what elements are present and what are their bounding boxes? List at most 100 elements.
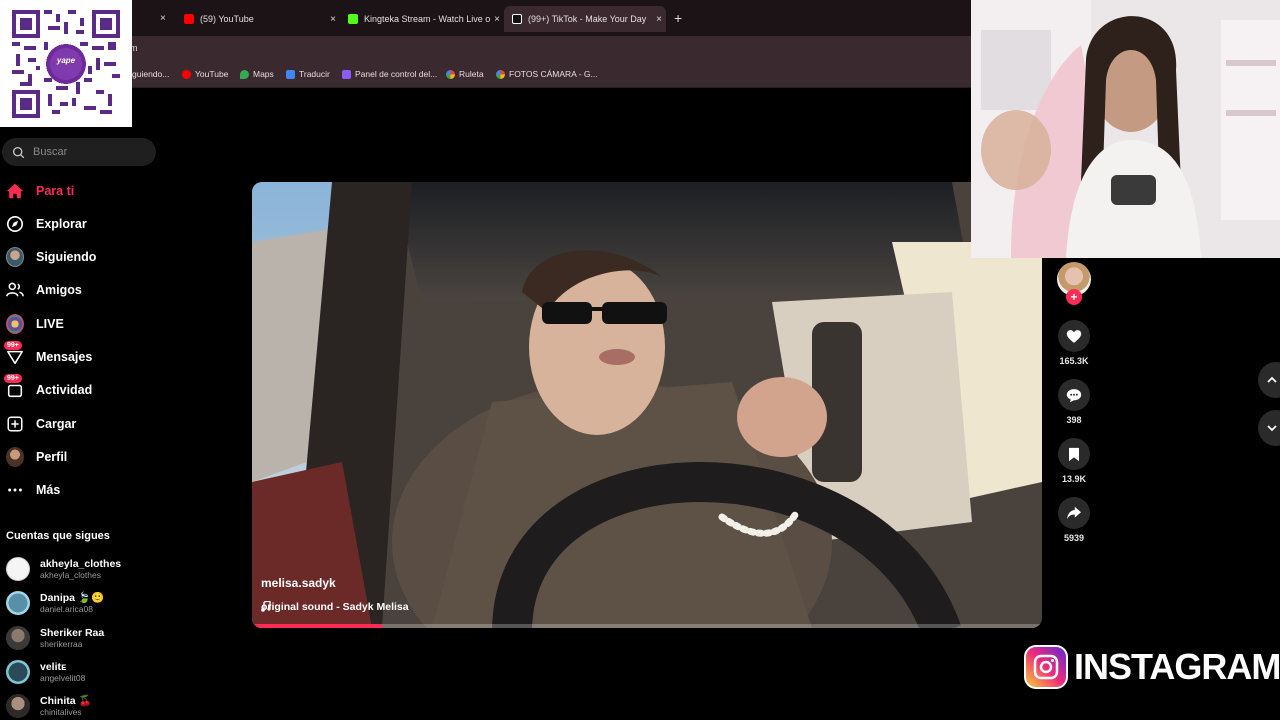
tab-label: (99+) TikTok - Make Your Day: [528, 14, 647, 24]
account-avatar: [6, 591, 30, 615]
account-avatar: [6, 694, 30, 718]
nav-perfil[interactable]: Perfil: [6, 445, 67, 469]
account-name: Chinita 🍒: [40, 694, 92, 707]
account-username: sherikerraa: [40, 638, 83, 649]
nav-label: Mensajes: [36, 350, 93, 364]
search-icon: [12, 146, 25, 158]
bookmark-maps[interactable]: Maps: [240, 69, 274, 79]
comment-count: 398: [1066, 415, 1082, 425]
close-tab-icon[interactable]: ×: [656, 14, 662, 25]
tiktok-icon: [512, 14, 522, 24]
account-username: angelvelit08: [40, 672, 86, 683]
share-count: 5939: [1063, 533, 1085, 543]
bookmark-label: guiendo...: [132, 69, 170, 79]
heart-icon: [1066, 329, 1082, 343]
tab-kingteka[interactable]: Kingteka Stream - Watch Live o ×: [340, 6, 504, 32]
bookmark-photos[interactable]: FOTOS CÁMARA - G...: [496, 69, 598, 79]
nav-mas[interactable]: Más: [6, 478, 60, 502]
bookmark-panel[interactable]: Panel de control del...: [342, 69, 437, 79]
share-action[interactable]: 5939: [1054, 497, 1094, 543]
following-avatar-icon: [6, 247, 24, 267]
webcam-feed: [971, 0, 1280, 258]
search-input[interactable]: [33, 146, 143, 158]
share-icon: [1067, 506, 1081, 520]
search-box[interactable]: [2, 138, 156, 166]
video-sound[interactable]: original sound - Sadyk Melisa: [261, 601, 409, 613]
sound-label: original sound - Sadyk Melisa: [261, 601, 409, 613]
tab-label: Kingteka Stream - Watch Live o: [364, 14, 491, 24]
followed-account[interactable]: Chinita 🍒 chinitalives: [6, 694, 92, 718]
nav-label: Explorar: [36, 217, 87, 231]
maps-icon: [240, 69, 249, 79]
account-username: akheyla_clothes: [40, 569, 101, 580]
nav-label: Para ti: [36, 184, 75, 198]
bookmark-translate[interactable]: Traducir: [286, 69, 330, 79]
nav-label: Más: [36, 483, 61, 497]
nav-explorar[interactable]: Explorar: [6, 212, 87, 236]
close-tab-icon[interactable]: ×: [160, 13, 166, 24]
save-count: 13.9K: [1061, 474, 1087, 484]
bookmark-label: Traducir: [299, 69, 330, 79]
close-tab-icon[interactable]: ×: [494, 14, 500, 25]
account-name: Sheriker Raa: [40, 626, 105, 639]
account-name: Danipa 🍃🙂: [40, 591, 105, 604]
like-action[interactable]: 165.3K: [1054, 320, 1094, 366]
tab-label: (59) YouTube: [200, 14, 254, 24]
video-progress-bar[interactable]: [252, 624, 1042, 628]
instagram-icon: [1024, 645, 1068, 689]
translate-icon: [286, 69, 295, 79]
yape-logo: yape: [56, 56, 76, 65]
bookmark-ruleta[interactable]: Ruleta: [446, 69, 484, 79]
bookmark-youtube[interactable]: YouTube: [182, 69, 228, 79]
close-tab-icon[interactable]: ×: [330, 14, 336, 25]
nav-cargar[interactable]: Cargar: [6, 412, 76, 436]
save-button[interactable]: [1058, 438, 1090, 470]
tab-youtube[interactable]: (59) YouTube ×: [176, 6, 340, 32]
roulette-icon: [446, 69, 455, 79]
like-button[interactable]: [1058, 320, 1090, 352]
follow-plus-icon[interactable]: +: [1066, 289, 1082, 305]
nav-live[interactable]: LIVE: [6, 312, 64, 336]
followed-account[interactable]: Sheriker Raa sherikerraa: [6, 626, 104, 650]
bookmark-following[interactable]: guiendo...: [132, 69, 169, 79]
bookmark-label: Maps: [253, 69, 274, 79]
previous-video-button[interactable]: [1258, 362, 1280, 398]
bookmark-icon: [1069, 447, 1079, 461]
followed-account[interactable]: Danipa 🍃🙂 daniel.arica08: [6, 591, 104, 615]
new-tab-button[interactable]: +: [674, 10, 682, 26]
nav-siguiendo[interactable]: Siguiendo: [6, 245, 96, 269]
nav-mensajes[interactable]: 99+ Mensajes: [4, 341, 93, 369]
nav-label: Perfil: [36, 450, 68, 464]
next-video-button[interactable]: [1258, 410, 1280, 446]
bookmark-label: Ruleta: [459, 69, 484, 79]
followed-account[interactable]: akheyla_clothes akheyla_clothes: [6, 557, 121, 581]
bookmark-label: FOTOS CÁMARA - G...: [509, 69, 598, 79]
save-action[interactable]: 13.9K: [1054, 438, 1094, 484]
video-progress-fill: [252, 624, 383, 628]
live-icon: [6, 314, 24, 334]
nav-amigos[interactable]: Amigos: [6, 278, 82, 302]
account-avatar: [6, 660, 30, 684]
activity-badge: 99+: [4, 374, 22, 383]
video-frame: [252, 182, 1042, 628]
video-player[interactable]: melisa.sadyk original sound - Sadyk Meli…: [252, 182, 1042, 628]
following-accounts-title: Cuentas que sigues: [6, 530, 110, 542]
profile-avatar-icon: [6, 447, 24, 467]
account-username: chinitalives: [40, 706, 82, 717]
comment-button[interactable]: [1058, 379, 1090, 411]
bookmark-label: Panel de control del...: [355, 69, 438, 79]
bookmark-label: YouTube: [195, 69, 229, 79]
tab-tiktok[interactable]: (99+) TikTok - Make Your Day ×: [504, 6, 666, 32]
share-button[interactable]: [1058, 497, 1090, 529]
video-author[interactable]: melisa.sadyk: [261, 576, 336, 590]
followed-account[interactable]: velitᴇ angelvelit08: [6, 660, 85, 684]
nav-actividad[interactable]: 99+ Actividad: [4, 374, 93, 402]
photos-icon: [496, 69, 505, 79]
instagram-overlay: INSTAGRAM: [1024, 644, 1280, 690]
nav-label: Actividad: [36, 383, 93, 397]
nav-para-ti[interactable]: Para ti: [6, 179, 74, 203]
compass-icon: [6, 215, 24, 233]
comment-icon: [1066, 388, 1082, 402]
comment-action[interactable]: 398: [1054, 379, 1094, 425]
instagram-label: INSTAGRAM: [1074, 646, 1280, 687]
